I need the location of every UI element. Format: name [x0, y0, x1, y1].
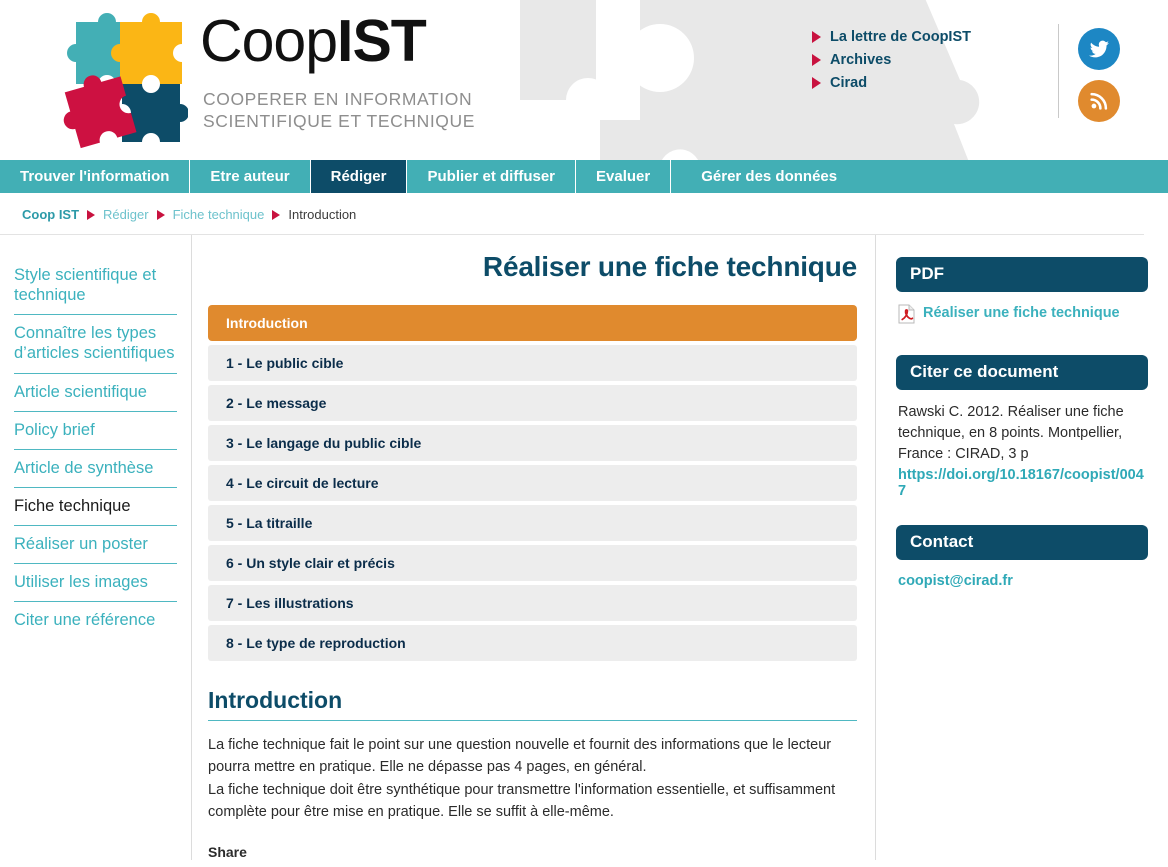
page-layout: Style scientifique et technique Connaîtr…: [0, 235, 1168, 860]
accordion-item-introduction[interactable]: Introduction: [208, 305, 857, 341]
pdf-panel-title: PDF: [896, 257, 1148, 292]
logo-tagline-line1: COOPERER EN INFORMATION: [203, 89, 473, 109]
breadcrumb-root[interactable]: Coop IST: [22, 207, 79, 222]
header-link-label: Archives: [830, 52, 892, 68]
logo-text-coop: Coop: [200, 8, 338, 74]
pdf-file-icon: [898, 304, 915, 329]
nav-item-etre-auteur[interactable]: Etre auteur: [190, 160, 311, 193]
pdf-panel-body: Réaliser une fiche technique: [896, 292, 1148, 329]
main-navigation: Trouver l'information Etre auteur Rédige…: [0, 160, 1168, 193]
header-divider: [1058, 24, 1059, 118]
contact-email-link[interactable]: coopist@cirad.fr: [898, 573, 1013, 589]
sidebar-item-realiser-un-poster[interactable]: Réaliser un poster: [14, 526, 177, 565]
sidebar-item-style-scientifique[interactable]: Style scientifique et technique: [14, 257, 177, 316]
section-paragraph-2: La fiche technique doit être synthétique…: [208, 781, 836, 821]
rss-icon[interactable]: [1078, 80, 1120, 122]
triangle-right-icon: [156, 209, 165, 220]
accordion-item-5[interactable]: 5 - La titraille: [208, 505, 857, 541]
pdf-panel: PDF Réaliser une fiche technique: [896, 257, 1148, 329]
breadcrumb-item-fiche-technique[interactable]: Fiche technique: [173, 207, 265, 222]
header-link-cirad[interactable]: Cirad: [812, 75, 1042, 91]
share-label: Share: [208, 843, 247, 860]
breadcrumb-item-rediger[interactable]: Rédiger: [103, 207, 149, 222]
sidebar-item-article-scientifique[interactable]: Article scientifique: [14, 374, 177, 412]
cite-panel: Citer ce document Rawski C. 2012. Réalis…: [896, 355, 1148, 499]
header-link-label: Cirad: [830, 75, 868, 91]
citation-doi-link[interactable]: https://doi.org/10.18167/coopist/0047: [898, 467, 1146, 499]
header-social-links: [1078, 28, 1120, 132]
pdf-download-link[interactable]: Réaliser une fiche technique: [898, 304, 1146, 329]
contact-panel-body: coopist@cirad.fr: [896, 560, 1148, 590]
triangle-right-icon: [272, 209, 281, 220]
twitter-icon[interactable]: [1078, 28, 1120, 70]
section-title: Introduction: [208, 687, 857, 721]
section-paragraph-1: La fiche technique fait le point sur une…: [208, 737, 832, 776]
contact-panel-title: Contact: [896, 525, 1148, 561]
cite-panel-title: Citer ce document: [896, 355, 1148, 390]
main-content: Réaliser une fiche technique Introductio…: [192, 235, 875, 860]
accordion-item-3[interactable]: 3 - Le langage du public cible: [208, 425, 857, 461]
sidebar-item-article-de-synthese[interactable]: Article de synthèse: [14, 450, 177, 488]
pdf-link-label: Réaliser une fiche technique: [923, 305, 1120, 321]
right-sidebar: PDF Réaliser une fiche technique Citer c…: [875, 235, 1168, 860]
chapter-accordion: Introduction 1 - Le public cible 2 - Le …: [208, 305, 857, 661]
header-link-label: La lettre de CoopIST: [830, 29, 971, 45]
triangle-right-icon: [812, 54, 821, 66]
nav-item-trouver-linformation[interactable]: Trouver l'information: [0, 160, 191, 193]
sidebar-item-fiche-technique[interactable]: Fiche technique: [14, 488, 177, 526]
triangle-right-icon: [812, 77, 821, 89]
left-sidebar: Style scientifique et technique Connaîtr…: [0, 235, 192, 860]
accordion-item-2[interactable]: 2 - Le message: [208, 385, 857, 421]
nav-item-rediger[interactable]: Rédiger: [310, 160, 408, 193]
accordion-item-6[interactable]: 6 - Un style clair et précis: [208, 545, 857, 581]
page-title: Réaliser une fiche technique: [482, 251, 857, 282]
header-links: La lettre de CoopIST Archives Cirad: [812, 29, 1042, 98]
site-header: CoopIST COOPERER EN INFORMATION SCIENTIF…: [0, 0, 1168, 160]
header-link-archives[interactable]: Archives: [812, 52, 1042, 68]
accordion-item-8[interactable]: 8 - Le type de reproduction: [208, 625, 857, 661]
sidebar-item-utiliser-les-images[interactable]: Utiliser les images: [14, 564, 177, 603]
breadcrumb-current: Introduction: [288, 207, 357, 222]
logo-tagline-line2: SCIENTIFIQUE ET TECHNIQUE: [203, 111, 476, 132]
nav-item-evaluer[interactable]: Evaluer: [576, 160, 672, 193]
header-link-lettre[interactable]: La lettre de CoopIST: [812, 29, 1042, 45]
nav-item-gerer-des-donnees[interactable]: Gérer des données: [671, 160, 1168, 193]
site-logo[interactable]: CoopIST COOPERER EN INFORMATION SCIENTIF…: [58, 8, 478, 153]
puzzle-logo-icon: [63, 13, 188, 149]
triangle-right-icon: [812, 31, 821, 43]
contact-panel: Contact coopist@cirad.fr: [896, 525, 1148, 590]
accordion-item-7[interactable]: 7 - Les illustrations: [208, 585, 857, 621]
citation-text: Rawski C. 2012. Réaliser une fiche techn…: [898, 404, 1124, 463]
sidebar-item-connaitre-types-articles[interactable]: Connaître les types d’articles scientifi…: [14, 315, 177, 374]
logo-tagline: COOPERER EN INFORMATION SCIENTIFIQUE ET …: [203, 88, 475, 132]
page-root: CoopIST COOPERER EN INFORMATION SCIENTIF…: [0, 0, 1168, 867]
logo-wordmark: CoopIST: [200, 12, 427, 71]
breadcrumb: Coop IST Rédiger Fiche technique Introdu…: [0, 193, 1144, 235]
cite-panel-body: Rawski C. 2012. Réaliser une fiche techn…: [896, 390, 1148, 499]
accordion-item-1[interactable]: 1 - Le public cible: [208, 345, 857, 381]
nav-item-publier-et-diffuser[interactable]: Publier et diffuser: [407, 160, 577, 193]
logo-text-ist: IST: [337, 8, 427, 74]
triangle-right-icon: [87, 209, 96, 220]
sidebar-item-policy-brief[interactable]: Policy brief: [14, 412, 177, 450]
accordion-item-4[interactable]: 4 - Le circuit de lecture: [208, 465, 857, 501]
sidebar-item-citer-une-reference[interactable]: Citer une référence: [14, 602, 177, 639]
